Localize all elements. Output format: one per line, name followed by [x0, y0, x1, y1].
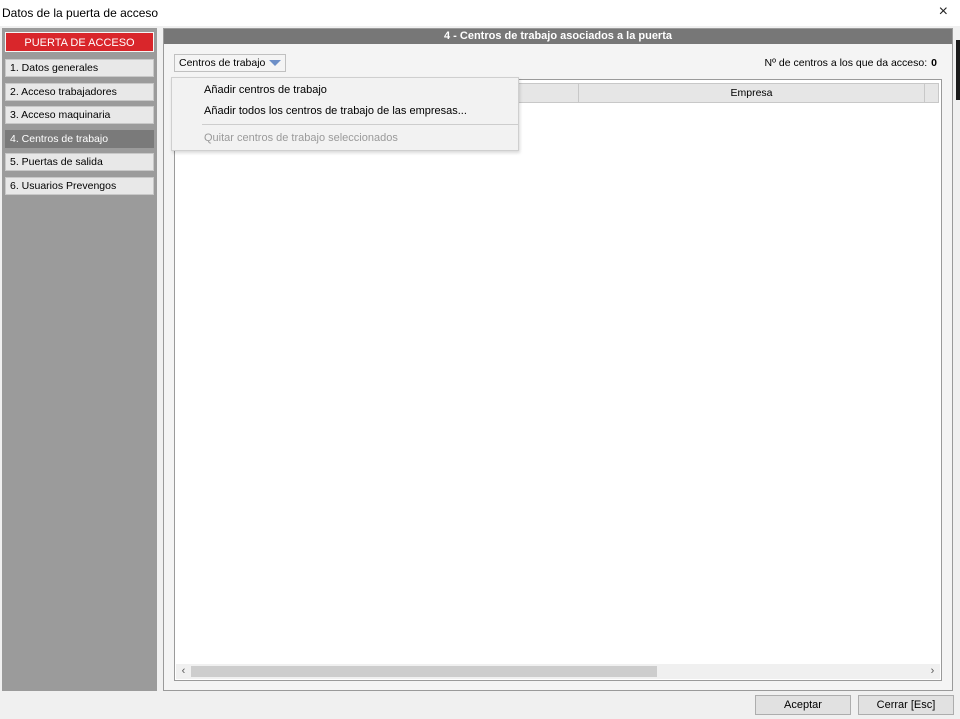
close-button[interactable]: Cerrar [Esc] [858, 695, 954, 715]
scrollbar-thumb[interactable] [191, 666, 657, 677]
sidebar: PUERTA DE ACCESO 1. Datos generales 2. A… [2, 28, 157, 691]
column-header-extra[interactable] [924, 83, 939, 103]
close-icon[interactable]: × [939, 4, 948, 20]
menu-item-add-centers[interactable]: Añadir centros de trabajo [204, 84, 327, 96]
count-label: Nº de centros a los que da acceso: [764, 57, 928, 69]
sidebar-item-centros-de-trabajo[interactable]: 4. Centros de trabajo [5, 130, 154, 148]
sidebar-item-datos-generales[interactable]: 1. Datos generales [5, 59, 154, 77]
window-edge [956, 40, 960, 100]
dropdown-label: Centros de trabajo [179, 57, 266, 69]
title-bar: Datos de la puerta de acceso × [0, 0, 960, 26]
menu-item-add-all-centers[interactable]: Añadir todos los centros de trabajo de l… [204, 105, 467, 117]
arrow-right-icon[interactable]: › [925, 664, 940, 679]
menu-separator [202, 124, 518, 125]
sidebar-item-usuarios-prevengos[interactable]: 6. Usuarios Prevengos [5, 177, 154, 195]
section-header: 4 - Centros de trabajo asociados a la pu… [164, 29, 952, 44]
centers-table[interactable]: Empresa ‹ › [174, 79, 942, 681]
window-title: Datos de la puerta de acceso [2, 6, 159, 20]
center-count: Nº de centros a los que da acceso: 0 [765, 57, 937, 69]
sidebar-item-acceso-trabajadores[interactable]: 2. Acceso trabajadores [5, 83, 154, 101]
centros-dropdown-menu: Añadir centros de trabajo Añadir todos l… [171, 77, 519, 151]
sidebar-header: PUERTA DE ACCESO [5, 32, 154, 52]
horizontal-scrollbar[interactable]: ‹ › [176, 664, 940, 679]
column-header-empresa[interactable]: Empresa [578, 83, 925, 103]
chevron-down-icon [269, 60, 282, 66]
arrow-left-icon[interactable]: ‹ [176, 664, 191, 679]
sidebar-item-puertas-de-salida[interactable]: 5. Puertas de salida [5, 153, 154, 171]
count-value: 0 [931, 57, 937, 69]
accept-button[interactable]: Aceptar [755, 695, 851, 715]
sidebar-item-acceso-maquinaria[interactable]: 3. Acceso maquinaria [5, 106, 154, 124]
centros-dropdown-button[interactable]: Centros de trabajo [174, 54, 287, 72]
menu-item-remove-selected[interactable]: Quitar centros de trabajo seleccionados [204, 132, 398, 144]
